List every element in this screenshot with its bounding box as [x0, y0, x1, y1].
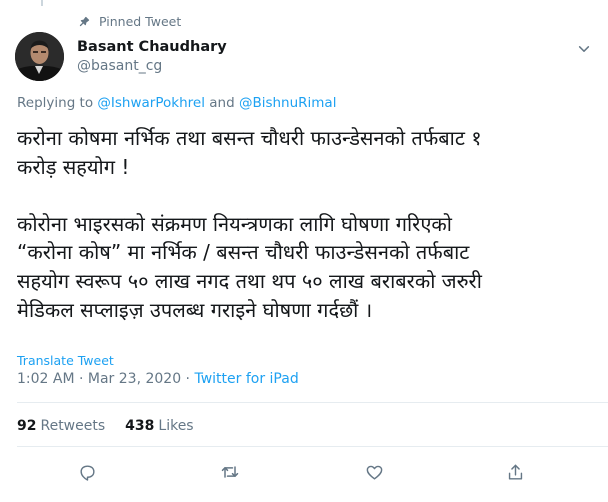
share-icon [506, 463, 525, 486]
reply-button[interactable] [75, 462, 99, 486]
pin-icon [77, 15, 91, 29]
avatar[interactable] [15, 32, 64, 81]
divider [17, 402, 608, 403]
translate-tweet-link[interactable]: Translate Tweet [17, 353, 114, 368]
likes-label: Likes [158, 418, 194, 434]
thread-line [41, 0, 43, 6]
like-button[interactable] [362, 462, 386, 486]
pinned-label: Pinned Tweet [99, 14, 182, 29]
pinned-indicator: Pinned Tweet [77, 14, 181, 29]
replying-to: Replying to @IshwarPokhrel and @BishnuRi… [17, 95, 336, 111]
like-icon [365, 463, 384, 486]
author-handle[interactable]: @basant_cg [77, 58, 227, 74]
replying-joiner: and [204, 95, 239, 111]
replying-prefix: Replying to [17, 95, 98, 111]
share-button[interactable] [503, 462, 527, 486]
divider [17, 446, 608, 447]
chevron-down-icon [577, 41, 591, 60]
action-bar [0, 462, 608, 490]
retweets-count: 92 [17, 418, 37, 434]
tweet-text: करोना कोषमा नर्भिक तथा बसन्त चौधरी फाउन्… [17, 126, 482, 322]
retweets-label: Retweets [40, 418, 106, 434]
retweet-icon [220, 462, 240, 486]
engagement-stats: 92 Retweets 438 Likes [17, 418, 194, 434]
author-name[interactable]: Basant Chaudhary [77, 39, 227, 55]
more-options-button[interactable] [576, 42, 592, 58]
likes-count: 438 [125, 418, 155, 434]
author-block[interactable]: Basant Chaudhary @basant_cg [77, 39, 227, 74]
retweets-stat[interactable]: 92 Retweets [17, 418, 105, 434]
reply-user-link-1[interactable]: @IshwarPokhrel [97, 95, 205, 111]
tweet-meta: 1:02 AM · Mar 23, 2020 · Twitter for iPa… [17, 371, 299, 387]
tweet-source[interactable]: Twitter for iPad [194, 371, 298, 387]
reply-user-link-2[interactable]: @BishnuRimal [239, 95, 337, 111]
tweet-timestamp[interactable]: 1:02 AM · Mar 23, 2020 · [17, 371, 194, 387]
likes-stat[interactable]: 438 Likes [125, 418, 193, 434]
reply-icon [78, 463, 97, 486]
retweet-button[interactable] [218, 462, 242, 486]
